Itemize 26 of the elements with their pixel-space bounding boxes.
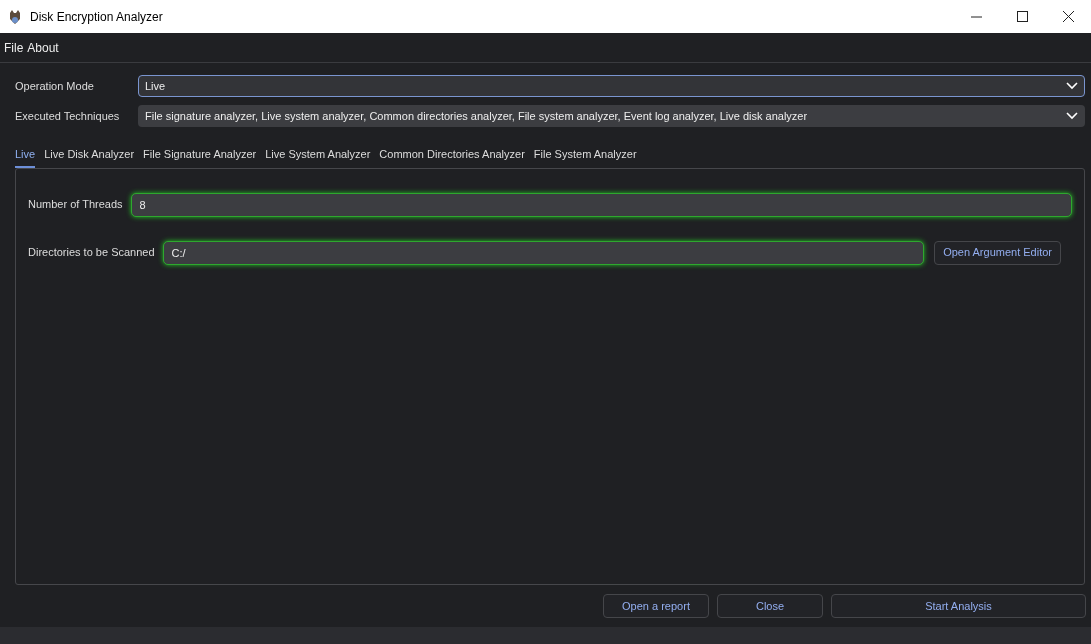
tab[interactable]: File Signature Analyzer <box>143 146 257 168</box>
tab[interactable]: Live Disk Analyzer <box>44 146 135 168</box>
tab[interactable]: File System Analyzer <box>533 146 637 168</box>
input-field[interactable]: 8 <box>130 192 1072 217</box>
editor-button[interactable]: Open Argument Editor <box>934 240 1061 265</box>
input-field[interactable]: C:/ <box>162 240 925 265</box>
menu-item[interactable]: About <box>27 38 63 57</box>
techniques-dropdown[interactable]: File signature analyzer, Live system analyzer, Common directories analyzer, File system analyzer, Event log analyzer, Live disk analyzer <box>138 105 1085 127</box>
close-icon <box>1062 11 1074 22</box>
field-label: Number of Threads <box>28 197 123 213</box>
tab[interactable]: Live System Analyzer <box>265 146 371 168</box>
field-label: Directories to be Scanned <box>28 245 155 261</box>
operation-mode-dropdown[interactable]: Live <box>138 75 1085 97</box>
action-button[interactable]: Open a report <box>603 594 709 618</box>
field-label: Executed Techniques <box>15 108 121 124</box>
tab[interactable]: Common Directories Analyzer <box>379 146 525 168</box>
chevron-icon <box>1066 112 1078 120</box>
action-button[interactable]: Close <box>717 594 823 618</box>
maximize-icon <box>1016 11 1028 22</box>
field-label: Operation Mode <box>15 78 95 94</box>
tab[interactable]: Live <box>15 146 36 168</box>
app-icon <box>8 8 22 25</box>
window-title: Disk Encryption Analyzer <box>30 8 163 26</box>
menu-item[interactable]: File <box>4 38 28 57</box>
action-button[interactable]: Start Analysis <box>831 594 1086 618</box>
chevron-icon <box>1066 82 1078 90</box>
